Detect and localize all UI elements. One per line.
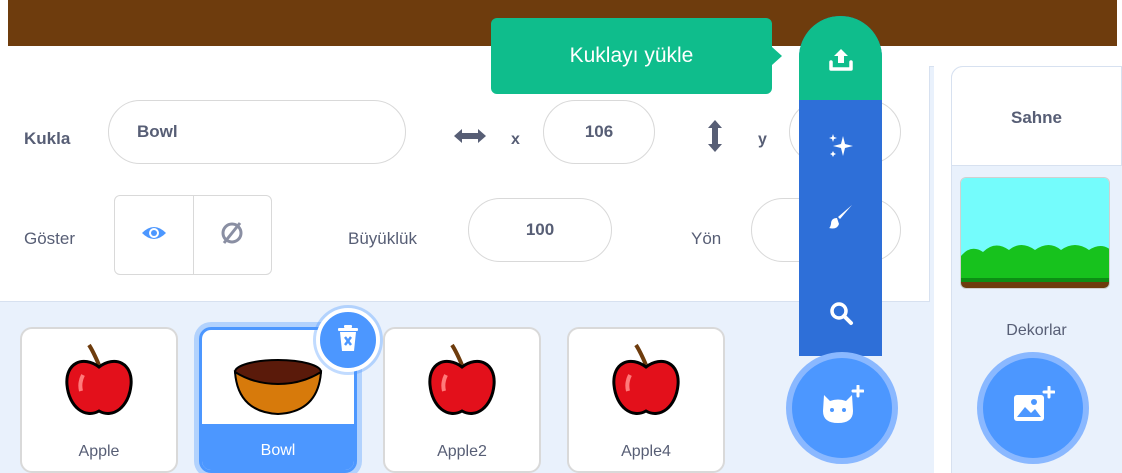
upload-icon xyxy=(828,46,854,77)
surprise-sprite-button[interactable] xyxy=(799,113,882,183)
sprite-name-value: Bowl xyxy=(137,122,178,141)
cat-plus-icon xyxy=(820,384,865,432)
trash-icon xyxy=(336,324,360,357)
x-label: x xyxy=(511,131,520,148)
choose-backdrop-button[interactable] xyxy=(977,352,1089,464)
y-label: y xyxy=(758,131,767,148)
sprite-tile-apple2[interactable]: Apple2 xyxy=(383,327,541,473)
sprite-tile-apple4[interactable]: Apple4 xyxy=(567,327,725,473)
stage-thumbnail[interactable] xyxy=(960,177,1110,289)
image-plus-icon xyxy=(1011,385,1056,431)
sprite-name: Apple4 xyxy=(621,443,671,460)
x-value: 106 xyxy=(584,122,614,141)
tooltip-arrow xyxy=(772,47,782,65)
delete-sprite-button[interactable] xyxy=(316,308,380,372)
paintbrush-icon xyxy=(827,202,855,235)
paint-sprite-button[interactable] xyxy=(799,183,882,253)
search-icon xyxy=(828,300,854,331)
sprite-name: Bowl xyxy=(260,442,296,459)
sprite-tile-apple[interactable]: Apple xyxy=(20,327,178,473)
search-sprite-button[interactable] xyxy=(799,280,882,350)
direction-label: Yön xyxy=(691,229,722,248)
eye-icon xyxy=(141,223,167,248)
upload-sprite-tooltip: Kuklayı yükle xyxy=(491,18,772,94)
x-arrows-icon xyxy=(452,125,488,152)
size-label: Büyüklük xyxy=(348,229,417,248)
x-input[interactable]: 106 xyxy=(543,100,655,164)
apple-sprite-icon xyxy=(610,343,682,426)
upload-sprite-button[interactable] xyxy=(799,26,882,96)
show-sprite-button[interactable] xyxy=(115,196,193,274)
size-value: 100 xyxy=(525,220,555,239)
tooltip-text: Kuklayı yükle xyxy=(569,44,694,67)
apple-sprite-icon xyxy=(63,343,135,426)
y-arrows-icon xyxy=(706,118,724,159)
stage-title: Sahne xyxy=(1010,108,1063,127)
eye-hidden-icon xyxy=(219,220,245,251)
visibility-toggle xyxy=(114,195,272,275)
sprite-name: Apple2 xyxy=(437,443,487,460)
bowl-sprite-icon xyxy=(232,358,324,421)
size-input[interactable]: 100 xyxy=(468,198,612,262)
apple-sprite-icon xyxy=(426,343,498,426)
show-label: Göster xyxy=(24,229,76,248)
hide-sprite-button[interactable] xyxy=(192,196,272,274)
sprite-name: Apple xyxy=(78,443,120,460)
surprise-icon xyxy=(827,132,855,165)
sprite-name-label: Kukla xyxy=(24,129,71,148)
backdrops-label: Dekorlar xyxy=(1006,322,1067,339)
choose-sprite-button[interactable] xyxy=(786,352,898,464)
sprite-name-input[interactable]: Bowl xyxy=(108,100,406,164)
